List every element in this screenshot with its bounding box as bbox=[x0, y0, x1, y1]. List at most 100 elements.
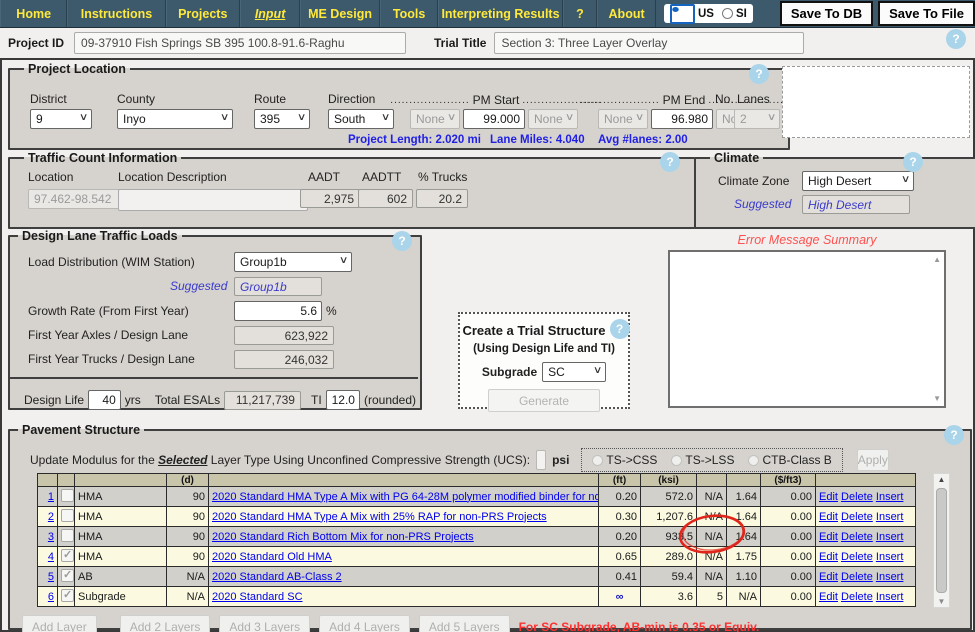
location-desc-input[interactable] bbox=[118, 189, 308, 211]
row-number-link[interactable]: 2 bbox=[48, 511, 54, 523]
material-link[interactable]: 2020 Standard AB-Class 2 bbox=[212, 571, 342, 583]
nav-me-design[interactable]: ME Design bbox=[300, 0, 380, 27]
insert-link[interactable]: Insert bbox=[876, 551, 904, 563]
pm-start-input[interactable]: 99.000 bbox=[463, 109, 525, 129]
delete-link[interactable]: Delete bbox=[841, 551, 873, 563]
trial-title-label: Trial Title bbox=[434, 36, 487, 50]
ctb-class-b-radio[interactable]: CTB-Class B bbox=[748, 453, 832, 467]
units-us-radio[interactable]: US bbox=[669, 3, 714, 24]
row-number-link[interactable]: 6 bbox=[48, 591, 54, 603]
edit-link[interactable]: Edit bbox=[819, 511, 838, 523]
edit-link[interactable]: Edit bbox=[819, 591, 838, 603]
layer-checkbox[interactable] bbox=[61, 488, 74, 502]
material-link[interactable]: 2020 Standard HMA Type A Mix with 25% RA… bbox=[212, 511, 547, 523]
add-layer-button[interactable]: Add Layer bbox=[22, 615, 97, 632]
scrollbar-thumb[interactable] bbox=[936, 488, 947, 593]
ucs-input[interactable] bbox=[536, 450, 547, 470]
units-si-radio[interactable]: SI bbox=[721, 8, 747, 20]
delete-link[interactable]: Delete bbox=[841, 511, 873, 523]
nav-tools[interactable]: Tools bbox=[379, 0, 439, 27]
generate-button[interactable]: Generate bbox=[488, 389, 600, 412]
nav-input[interactable]: Input bbox=[239, 0, 301, 27]
layer-checkbox[interactable] bbox=[61, 528, 74, 542]
delete-link[interactable]: Delete bbox=[841, 531, 873, 543]
nav-interpreting-results[interactable]: Interpreting Results bbox=[438, 0, 563, 27]
scroll-up-icon[interactable]: ▲ bbox=[933, 255, 941, 264]
scroll-down-icon[interactable]: ▼ bbox=[934, 597, 949, 606]
layer-checkbox[interactable] bbox=[61, 548, 74, 562]
nav-about[interactable]: About bbox=[597, 0, 656, 27]
pm-start-prefix-select[interactable]: None bbox=[410, 109, 460, 129]
edit-link[interactable]: Edit bbox=[819, 531, 838, 543]
insert-link[interactable]: Insert bbox=[876, 591, 904, 603]
trial-title-input[interactable]: Section 3: Three Layer Overlay bbox=[494, 32, 805, 54]
add-4-layers-button[interactable]: Add 4 Layers bbox=[319, 615, 410, 632]
climate-zone-select[interactable]: High Desert bbox=[802, 171, 914, 191]
help-icon[interactable]: ? bbox=[392, 231, 412, 251]
col-ft-unit: (ft) bbox=[598, 473, 641, 487]
edit-link[interactable]: Edit bbox=[819, 551, 838, 563]
save-to-file-button[interactable]: Save To File bbox=[878, 1, 975, 26]
no-lanes-select[interactable]: 2 bbox=[734, 109, 780, 129]
insert-link[interactable]: Insert bbox=[876, 511, 904, 523]
material-link[interactable]: 2020 Standard SC bbox=[212, 591, 303, 603]
scroll-up-icon[interactable]: ▲ bbox=[934, 475, 949, 484]
row-number-link[interactable]: 4 bbox=[48, 551, 54, 563]
design-loads-panel: Design Lane Traffic Loads Load Distribut… bbox=[8, 229, 422, 410]
help-icon[interactable]: ? bbox=[946, 29, 966, 49]
edit-link[interactable]: Edit bbox=[819, 571, 838, 583]
insert-link[interactable]: Insert bbox=[876, 571, 904, 583]
material-link[interactable]: 2020 Standard HMA Type A Mix with PG 64-… bbox=[212, 491, 598, 503]
layer-checkbox[interactable] bbox=[61, 568, 74, 582]
row-number-link[interactable]: 1 bbox=[48, 491, 54, 503]
row-number-link[interactable]: 3 bbox=[48, 531, 54, 543]
delete-link[interactable]: Delete bbox=[841, 491, 873, 503]
add-2-layers-button[interactable]: Add 2 Layers bbox=[119, 615, 211, 632]
nav-projects[interactable]: Projects bbox=[165, 0, 240, 27]
lane-miles-text: Lane Miles: 4.040 bbox=[490, 134, 585, 146]
ucs-row: Update Modulus for the Selected Layer Ty… bbox=[30, 448, 960, 472]
pm-end-input[interactable]: 96.980 bbox=[651, 109, 713, 129]
delete-link[interactable]: Delete bbox=[841, 571, 873, 583]
delete-link[interactable]: Delete bbox=[841, 591, 873, 603]
edit-link[interactable]: Edit bbox=[819, 491, 838, 503]
help-icon[interactable]: ? bbox=[749, 64, 769, 84]
insert-link[interactable]: Insert bbox=[876, 531, 904, 543]
ts-css-radio[interactable]: TS->CSS bbox=[592, 453, 657, 467]
nav-help[interactable]: ? bbox=[562, 0, 598, 27]
project-id-input[interactable]: 09-37910 Fish Springs SB 395 100.8-91.6-… bbox=[74, 32, 407, 54]
scroll-down-icon[interactable]: ▼ bbox=[933, 394, 941, 403]
save-to-db-button[interactable]: Save To DB bbox=[779, 1, 874, 26]
direction-select[interactable]: South bbox=[328, 109, 394, 129]
growth-rate-input[interactable]: 5.6 bbox=[234, 301, 322, 321]
wim-select[interactable]: Group1b bbox=[234, 252, 352, 272]
add-3-layers-button[interactable]: Add 3 Layers bbox=[219, 615, 311, 632]
row-number-link[interactable]: 5 bbox=[48, 571, 54, 583]
ti-input[interactable]: 12.0 bbox=[325, 390, 360, 410]
table-scrollbar[interactable]: ▲ ▼ bbox=[933, 473, 950, 608]
pm-end-prefix-select[interactable]: None bbox=[598, 109, 648, 129]
help-icon[interactable]: ? bbox=[944, 425, 964, 445]
layer-checkbox[interactable] bbox=[61, 508, 74, 522]
error-summary-box[interactable]: ▲ ▼ bbox=[668, 250, 946, 408]
help-icon[interactable]: ? bbox=[609, 319, 630, 339]
county-select[interactable]: Inyo bbox=[117, 109, 233, 129]
location-select[interactable]: 97.462-98.542 bbox=[28, 189, 132, 209]
help-icon[interactable]: ? bbox=[903, 152, 923, 172]
add-5-layers-button[interactable]: Add 5 Layers bbox=[418, 615, 510, 632]
route-select[interactable]: 395 bbox=[254, 109, 310, 129]
ts-lss-radio[interactable]: TS->LSS bbox=[671, 453, 734, 467]
material-link[interactable]: 2020 Standard Rich Bottom Mix for non-PR… bbox=[212, 531, 474, 543]
design-life-input[interactable]: 40 bbox=[88, 390, 121, 410]
apply-button[interactable]: Apply bbox=[856, 449, 889, 471]
project-length-text: Project Length: 2.020 mi bbox=[348, 134, 481, 146]
help-icon[interactable]: ? bbox=[660, 152, 680, 172]
pm-start-suffix-select[interactable]: None bbox=[528, 109, 578, 129]
nav-home[interactable]: Home bbox=[0, 0, 68, 27]
insert-link[interactable]: Insert bbox=[876, 491, 904, 503]
material-link[interactable]: 2020 Standard Old HMA bbox=[212, 551, 332, 563]
nav-instructions[interactable]: Instructions bbox=[67, 0, 166, 27]
district-select[interactable]: 9 bbox=[30, 109, 92, 129]
subgrade-select[interactable]: SC bbox=[542, 362, 607, 382]
layer-checkbox[interactable] bbox=[61, 588, 74, 602]
